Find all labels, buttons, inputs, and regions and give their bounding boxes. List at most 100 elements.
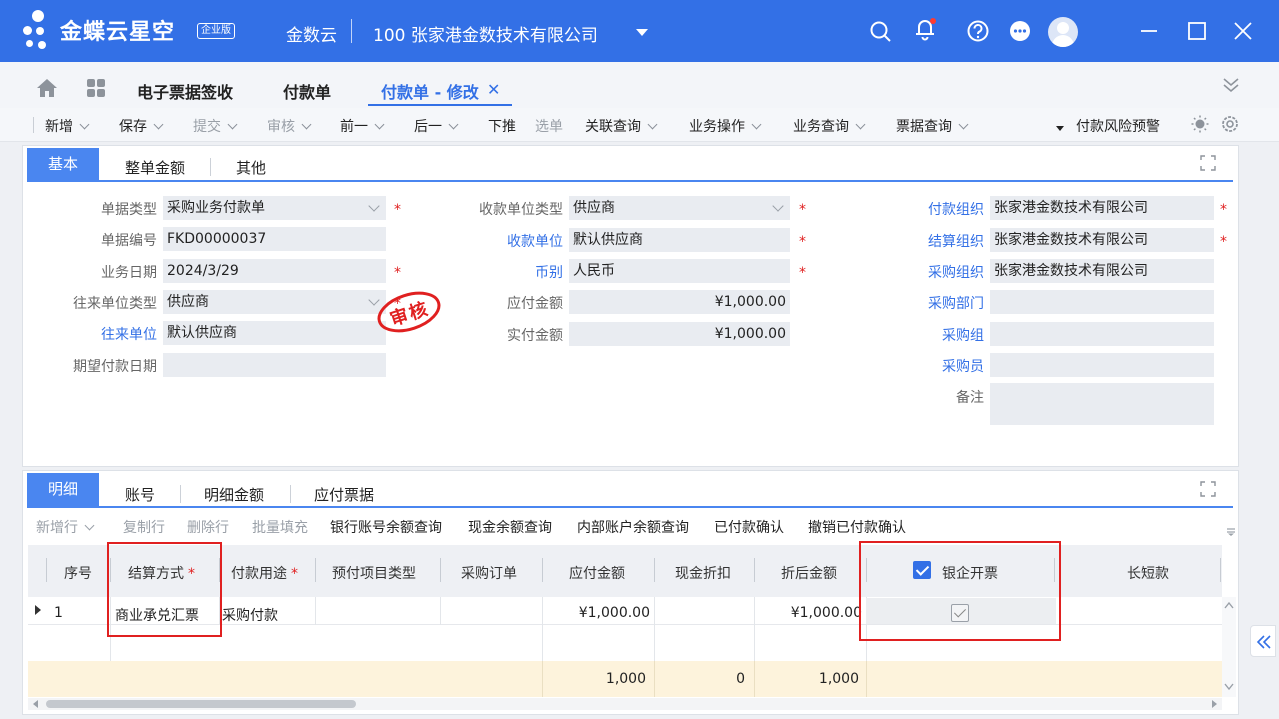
settle-org-field[interactable]: 张家港金数技术有限公司 — [990, 228, 1214, 252]
apps-grid-icon[interactable] — [86, 78, 106, 98]
payable-amount-field[interactable]: ¥1,000.00 — [569, 290, 790, 314]
horizontal-scroll-thumb[interactable] — [46, 700, 356, 708]
scroll-down-icon[interactable] — [1224, 683, 1234, 691]
currency-field[interactable]: 人民币 — [569, 259, 790, 283]
side-panel-toggle[interactable] — [1250, 625, 1276, 657]
tab-payable-bills[interactable]: 应付票据 — [314, 484, 374, 505]
partner-type-select[interactable]: 供应商 — [163, 290, 386, 314]
expand-fullscreen-icon[interactable] — [1200, 155, 1216, 171]
push-down-button[interactable]: 下推 — [488, 116, 516, 136]
doc-type-select[interactable]: 采购业务付款单 — [163, 196, 386, 220]
remark-textarea[interactable] — [990, 383, 1214, 425]
select-bill-button[interactable]: 选单 — [535, 116, 563, 136]
double-chevron-left-icon[interactable] — [1256, 635, 1272, 649]
home-icon[interactable] — [36, 78, 58, 98]
pay-org-label[interactable]: 付款组织 — [880, 199, 984, 219]
purchase-dept-field[interactable] — [990, 290, 1214, 314]
risk-dropdown-icon[interactable] — [1056, 125, 1064, 133]
column-header-prepay-type[interactable]: 预付项目类型 — [332, 563, 416, 583]
settle-org-label[interactable]: 结算组织 — [880, 231, 984, 251]
bank-balance-query-button[interactable]: 银行账号余额查询 — [330, 517, 442, 537]
tab-payment-edit[interactable]: 付款单 - 修改 — [381, 79, 479, 103]
close-tab-icon[interactable]: ✕ — [487, 80, 500, 99]
column-header-discount[interactable]: 现金折扣 — [675, 563, 731, 583]
company-selector[interactable]: 100 张家港金数技术有限公司 — [373, 21, 598, 46]
search-icon[interactable] — [868, 18, 894, 44]
pay-org-field[interactable]: 张家港金数技术有限公司 — [990, 196, 1214, 220]
collapse-down-icon[interactable] — [1222, 76, 1240, 94]
related-query-button[interactable]: 关联查询 — [585, 116, 658, 136]
partner-label[interactable]: 往来单位 — [60, 324, 157, 344]
business-operation-button[interactable]: 业务操作 — [689, 116, 762, 136]
biz-date-field[interactable]: 2024/3/29 — [163, 259, 386, 283]
cell-after-discount[interactable]: ¥1,000.00 — [757, 605, 862, 621]
bill-query-button[interactable]: 票据查询 — [896, 116, 969, 136]
purchaser-label[interactable]: 采购员 — [880, 356, 984, 376]
column-header-purpose[interactable]: 付款用途 * — [231, 563, 298, 583]
column-header-after-discount[interactable]: 折后金额 — [781, 563, 837, 583]
scroll-up-icon[interactable] — [1224, 601, 1234, 609]
payment-risk-warning-button[interactable]: 付款风险预警 — [1076, 116, 1160, 136]
theme-sun-icon[interactable] — [1191, 115, 1209, 133]
maximize-icon[interactable] — [1184, 18, 1210, 44]
add-row-button[interactable]: 新增行 — [36, 517, 95, 537]
expand-fullscreen-icon[interactable] — [1200, 481, 1216, 497]
tab-account[interactable]: 账号 — [125, 484, 155, 505]
delete-row-button[interactable]: 删除行 — [187, 517, 229, 537]
company-dropdown-icon[interactable] — [636, 29, 648, 36]
column-header-payable[interactable]: 应付金额 — [569, 563, 625, 583]
grid-menu-icon[interactable] — [1226, 526, 1236, 536]
user-avatar[interactable] — [1048, 17, 1078, 47]
purchase-group-field[interactable] — [990, 322, 1214, 346]
new-button[interactable]: 新增 — [45, 116, 90, 136]
payee-type-select[interactable]: 供应商 — [569, 196, 790, 220]
currency-label[interactable]: 币别 — [450, 262, 563, 282]
minimize-icon[interactable] — [1136, 18, 1162, 44]
close-window-icon[interactable] — [1230, 18, 1256, 44]
purchase-dept-label[interactable]: 采购部门 — [880, 293, 984, 313]
doc-no-field[interactable]: FKD00000037 — [163, 227, 386, 251]
paid-amount-field[interactable]: ¥1,000.00 — [569, 322, 790, 346]
purchase-group-label[interactable]: 采购组 — [880, 325, 984, 345]
copy-row-button[interactable]: 复制行 — [123, 517, 165, 537]
product-name[interactable]: 金数云 — [286, 21, 337, 46]
tab-other[interactable]: 其他 — [236, 157, 266, 178]
cell-payable[interactable]: ¥1,000.00 — [545, 605, 650, 621]
audit-button[interactable]: 审核 — [267, 116, 312, 136]
cancel-paid-confirm-button[interactable]: 撤销已付款确认 — [808, 517, 906, 537]
messages-icon[interactable] — [1007, 18, 1033, 44]
scroll-right-icon[interactable] — [1210, 700, 1218, 708]
tab-total-amount[interactable]: 整单金额 — [125, 157, 185, 178]
column-header-po[interactable]: 采购订单 — [461, 563, 517, 583]
payee-label[interactable]: 收款单位 — [450, 231, 563, 251]
settings-gear-icon[interactable] — [1220, 114, 1240, 134]
tab-e-bill-receipt[interactable]: 电子票据签收 — [137, 79, 233, 103]
expected-date-field[interactable] — [163, 353, 386, 377]
purchaser-field[interactable] — [990, 353, 1214, 377]
scroll-left-icon[interactable] — [32, 700, 40, 708]
paid-confirm-button[interactable]: 已付款确认 — [714, 517, 784, 537]
previous-button[interactable]: 前一 — [340, 116, 385, 136]
batch-fill-button[interactable]: 批量填充 — [252, 517, 308, 537]
payee-field[interactable]: 默认供应商 — [569, 228, 790, 252]
cell-purpose[interactable]: 采购付款 — [222, 605, 278, 625]
next-button[interactable]: 后一 — [414, 116, 459, 136]
grid-vertical-scrollbar[interactable] — [1222, 597, 1236, 697]
internal-account-query-button[interactable]: 内部账户余额查询 — [577, 517, 689, 537]
purchase-org-label[interactable]: 采购组织 — [880, 262, 984, 282]
help-icon[interactable] — [965, 18, 991, 44]
purchase-org-field[interactable]: 张家港金数技术有限公司 — [990, 259, 1214, 283]
notification-bell-icon[interactable] — [912, 16, 938, 42]
payable-amount-label: 应付金额 — [507, 296, 563, 312]
header-tabs-underline — [27, 180, 1233, 182]
tab-basic[interactable]: 基本 — [27, 148, 99, 180]
save-button[interactable]: 保存 — [119, 116, 164, 136]
tab-detail[interactable]: 明细 — [27, 473, 99, 506]
column-header-over-short[interactable]: 长短款 — [1127, 563, 1169, 583]
partner-field[interactable]: 默认供应商 — [163, 321, 386, 345]
submit-button[interactable]: 提交 — [193, 116, 238, 136]
business-query-button[interactable]: 业务查询 — [793, 116, 866, 136]
tab-detail-amount[interactable]: 明细金额 — [204, 484, 264, 505]
cash-balance-query-button[interactable]: 现金余额查询 — [468, 517, 552, 537]
tab-payment-list[interactable]: 付款单 — [283, 79, 331, 103]
